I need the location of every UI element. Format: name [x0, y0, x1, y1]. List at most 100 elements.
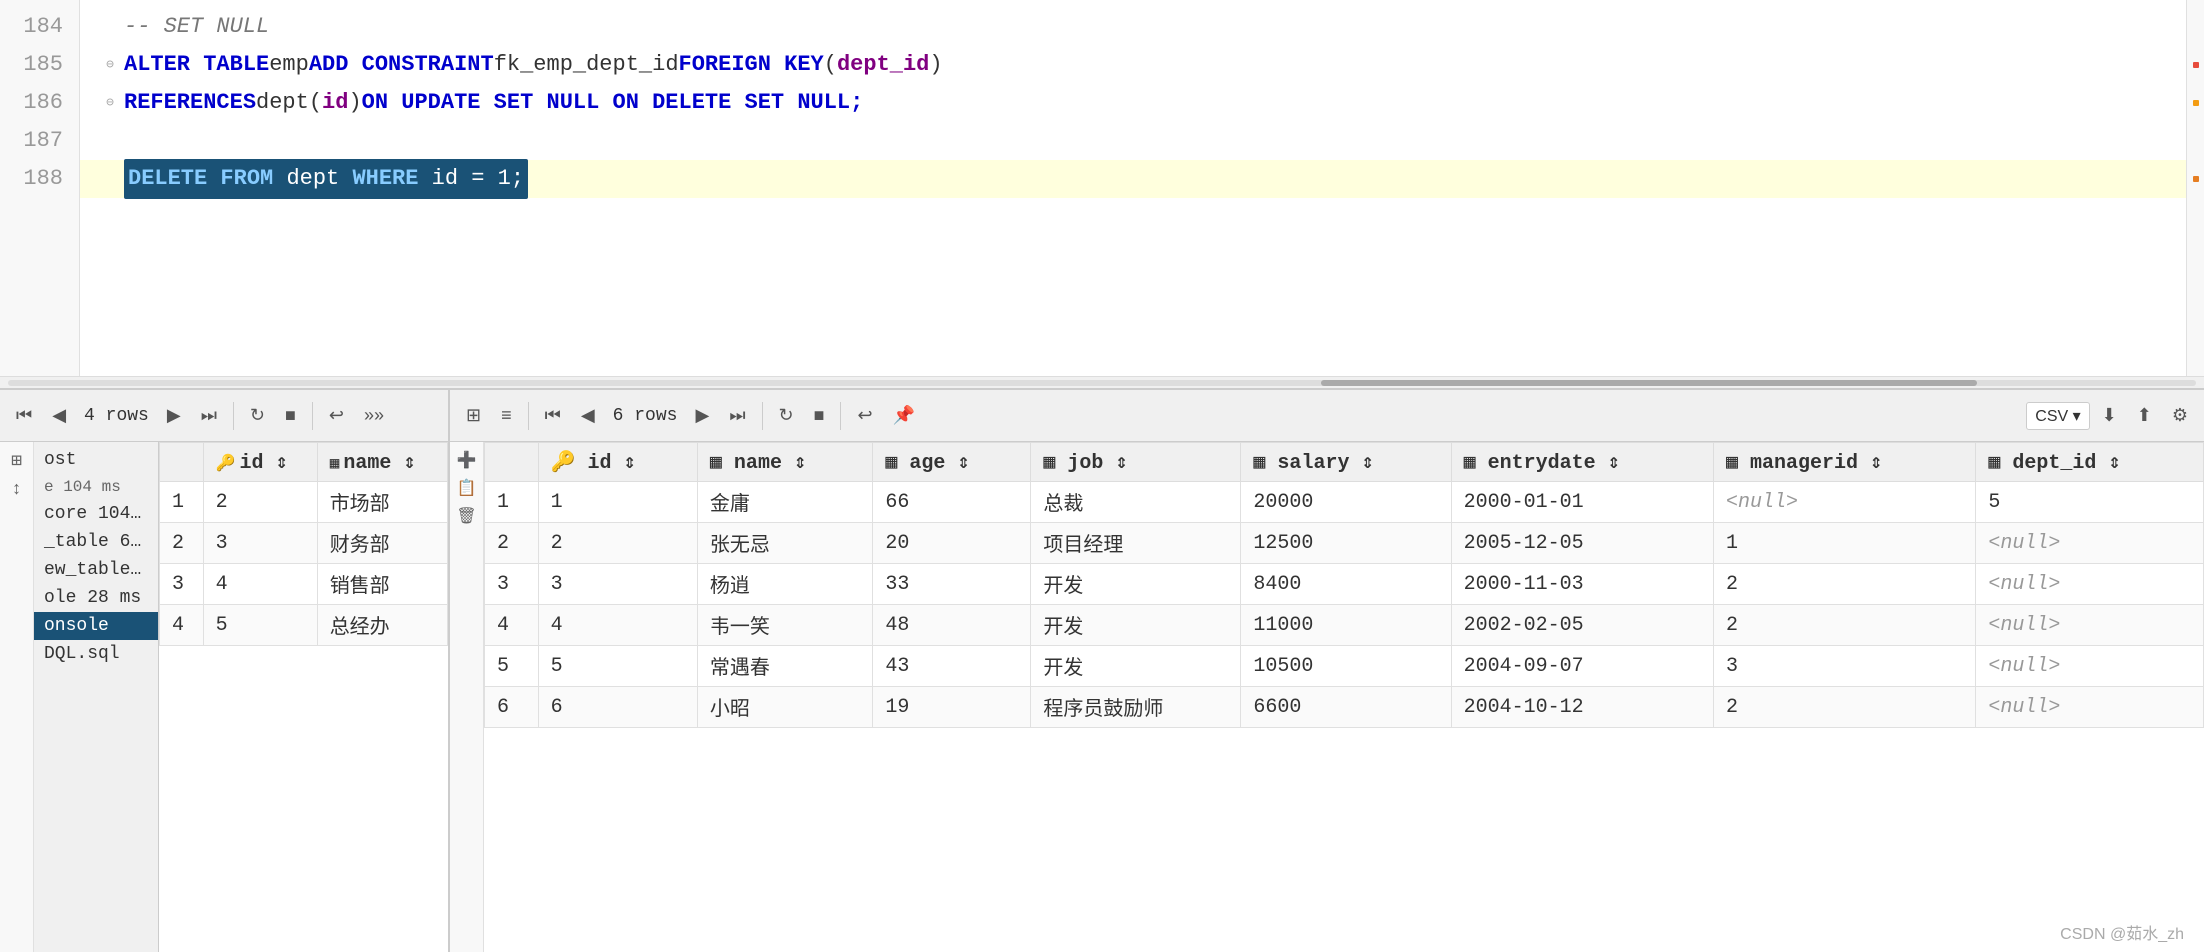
- line-num-187: 187: [0, 122, 79, 160]
- right-col-entrydate[interactable]: ▦ entrydate ⇕: [1451, 443, 1713, 482]
- line-numbers: 184 185 186 187 188: [0, 0, 80, 376]
- row-actions: ➕ 📋 🗑: [450, 442, 484, 952]
- right-table-row-2[interactable]: 33杨逍33开发84002000-11-032<null>: [485, 564, 2204, 605]
- left-cell-name-1: 财务部: [317, 523, 447, 564]
- right-cell-1-6: 1: [1713, 523, 1975, 564]
- right-gutter: [2186, 0, 2204, 376]
- sidebar-item-console[interactable]: onsole: [34, 612, 158, 640]
- sort-icon[interactable]: ↕: [11, 480, 22, 500]
- right-cell-4-7: <null>: [1976, 646, 2204, 687]
- right-col-btn[interactable]: ≡: [493, 401, 520, 430]
- add-row-icon[interactable]: ➕: [457, 450, 477, 470]
- left-cell-id-2: 4: [203, 564, 317, 605]
- left-table-row-0[interactable]: 12市场部: [160, 482, 448, 523]
- rsep0: [528, 402, 529, 430]
- right-col-job[interactable]: ▦ job ⇕: [1031, 443, 1241, 482]
- watermark: CSDN @茹水_zh: [2060, 920, 2184, 944]
- left-table-row-1[interactable]: 23财务部: [160, 523, 448, 564]
- right-col-id[interactable]: 🔑 id ⇕: [538, 443, 697, 482]
- right-row-num-2: 3: [485, 564, 539, 605]
- editor-scrollbar[interactable]: [0, 376, 2204, 388]
- filter-icon[interactable]: ⊞: [11, 450, 22, 472]
- gutter-187: [2187, 122, 2204, 160]
- right-col-managerid[interactable]: ▦ managerid ⇕: [1713, 443, 1975, 482]
- sidebar-item-dql[interactable]: DQL.sql: [34, 640, 158, 668]
- right-cell-4-2: 43: [873, 646, 1031, 687]
- right-cell-1-3: 项目经理: [1031, 523, 1241, 564]
- right-undo-btn[interactable]: ↩: [849, 401, 880, 430]
- left-col-header-name[interactable]: ▦name ⇕: [317, 443, 447, 482]
- right-table-row-0[interactable]: 11金庸66总裁200002000-01-01<null>5: [485, 482, 2204, 523]
- right-cell-1-7: <null>: [1976, 523, 2204, 564]
- left-table-row-3[interactable]: 45总经办: [160, 605, 448, 646]
- kw-fk: fk_emp_dept_id: [494, 47, 679, 82]
- editor-content: 184 185 186 187 188 -- SET NULL ⊖ ALTER …: [0, 0, 2204, 376]
- code-area[interactable]: -- SET NULL ⊖ ALTER TABLE emp ADD CONSTR…: [80, 0, 2186, 376]
- right-next-btn[interactable]: ▶: [687, 401, 717, 430]
- code-line-188[interactable]: DELETE FROM dept WHERE id = 1;: [80, 160, 2186, 198]
- code-line-185: ⊖ ALTER TABLE emp ADD CONSTRAINT fk_emp_…: [80, 46, 2186, 84]
- right-cell-1-0: 2: [538, 523, 697, 564]
- right-refresh-btn[interactable]: ↻: [771, 401, 802, 430]
- upload-btn[interactable]: ⬆: [2129, 401, 2160, 430]
- gutter-186: [2187, 84, 2204, 122]
- right-col-name[interactable]: ▦ name ⇕: [697, 443, 872, 482]
- settings-btn[interactable]: ⚙: [2164, 401, 2196, 430]
- right-table-row-3[interactable]: 44韦一笑48开发110002002-02-052<null>: [485, 605, 2204, 646]
- scrollbar-thumb[interactable]: [1321, 380, 1977, 386]
- right-first-btn[interactable]: ⏮: [537, 401, 569, 430]
- left-more-btn[interactable]: »»: [356, 401, 392, 430]
- right-last-btn[interactable]: ⏭: [721, 401, 753, 430]
- left-data-table-container[interactable]: 🔑id ⇕ ▦name ⇕ 12市场部23财务部34销售部45总经办: [159, 442, 448, 952]
- sidebar-item-ole[interactable]: ole 28 ms: [34, 584, 158, 612]
- delete-row-icon[interactable]: 🗑: [456, 506, 476, 526]
- left-cell-name-0: 市场部: [317, 482, 447, 523]
- right-cell-1-1: 张无忌: [697, 523, 872, 564]
- fold-184: [96, 16, 124, 38]
- left-row-num-0: 1: [160, 482, 204, 523]
- kw-foreign: FOREIGN KEY: [679, 47, 824, 82]
- right-col-salary[interactable]: ▦ salary ⇕: [1241, 443, 1451, 482]
- left-last-btn[interactable]: ⏭: [193, 401, 225, 430]
- right-cell-0-7: 5: [1976, 482, 2204, 523]
- right-col-age[interactable]: ▦ age ⇕: [873, 443, 1031, 482]
- right-col-deptid[interactable]: ▦ dept_id ⇕: [1976, 443, 2204, 482]
- sidebar-item-ost[interactable]: ost: [34, 446, 158, 474]
- sidebar-item-new-table[interactable]: ew_table 65 ms: [34, 556, 158, 584]
- right-filter-btn[interactable]: ⊞: [458, 401, 489, 430]
- sidebar-item-core[interactable]: core 104 ms: [34, 500, 158, 528]
- right-cell-3-0: 4: [538, 605, 697, 646]
- left-undo-btn[interactable]: ↩: [321, 401, 352, 430]
- gutter-185: [2187, 46, 2204, 84]
- right-stop-btn[interactable]: ■: [806, 401, 833, 430]
- right-table-row-4[interactable]: 55常遇春43开发105002004-09-073<null>: [485, 646, 2204, 687]
- left-stop-btn[interactable]: ■: [277, 401, 304, 430]
- right-table-row-1[interactable]: 22张无忌20项目经理125002005-12-051<null>: [485, 523, 2204, 564]
- left-next-btn[interactable]: ▶: [159, 401, 189, 430]
- right-cell-0-1: 金庸: [697, 482, 872, 523]
- right-prev-btn[interactable]: ◀: [573, 401, 603, 430]
- left-table-row-2[interactable]: 34销售部: [160, 564, 448, 605]
- selected-delete-stmt: DELETE FROM dept WHERE id = 1;: [124, 159, 528, 198]
- left-col-header-id[interactable]: 🔑id ⇕: [203, 443, 317, 482]
- right-cell-2-1: 杨逍: [697, 564, 872, 605]
- right-rows-label: 6 rows: [607, 406, 684, 426]
- right-cell-4-3: 开发: [1031, 646, 1241, 687]
- csv-export-btn[interactable]: CSV ▾: [2026, 402, 2089, 430]
- left-refresh-btn[interactable]: ↻: [242, 401, 273, 430]
- right-cell-4-4: 10500: [1241, 646, 1451, 687]
- results-section: ⏮ ◀ 4 rows ▶ ⏭ ↻ ■ ↩ »» ⊞ ↕: [0, 390, 2204, 952]
- right-data-table-container[interactable]: 🔑 id ⇕ ▦ name ⇕ ▦ age ⇕ ▦ job ⇕ ▦ salary…: [484, 442, 2204, 952]
- sidebar-item-table[interactable]: _table 65 ms: [34, 528, 158, 556]
- id-col-icon: 🔑: [216, 453, 236, 473]
- right-cell-2-2: 33: [873, 564, 1031, 605]
- right-table-row-5[interactable]: 66小昭19程序员鼓励师66002004-10-122<null>: [485, 687, 2204, 728]
- download-btn[interactable]: ⬇: [2094, 401, 2125, 430]
- scrollbar-track[interactable]: [8, 380, 2196, 386]
- kw-add: ADD CONSTRAINT: [309, 47, 494, 82]
- right-cell-3-6: 2: [1713, 605, 1975, 646]
- left-prev-btn[interactable]: ◀: [44, 401, 74, 430]
- left-first-btn[interactable]: ⏮: [8, 401, 40, 430]
- copy-row-icon[interactable]: 📋: [457, 478, 477, 498]
- right-pin-btn[interactable]: 📌: [885, 401, 923, 430]
